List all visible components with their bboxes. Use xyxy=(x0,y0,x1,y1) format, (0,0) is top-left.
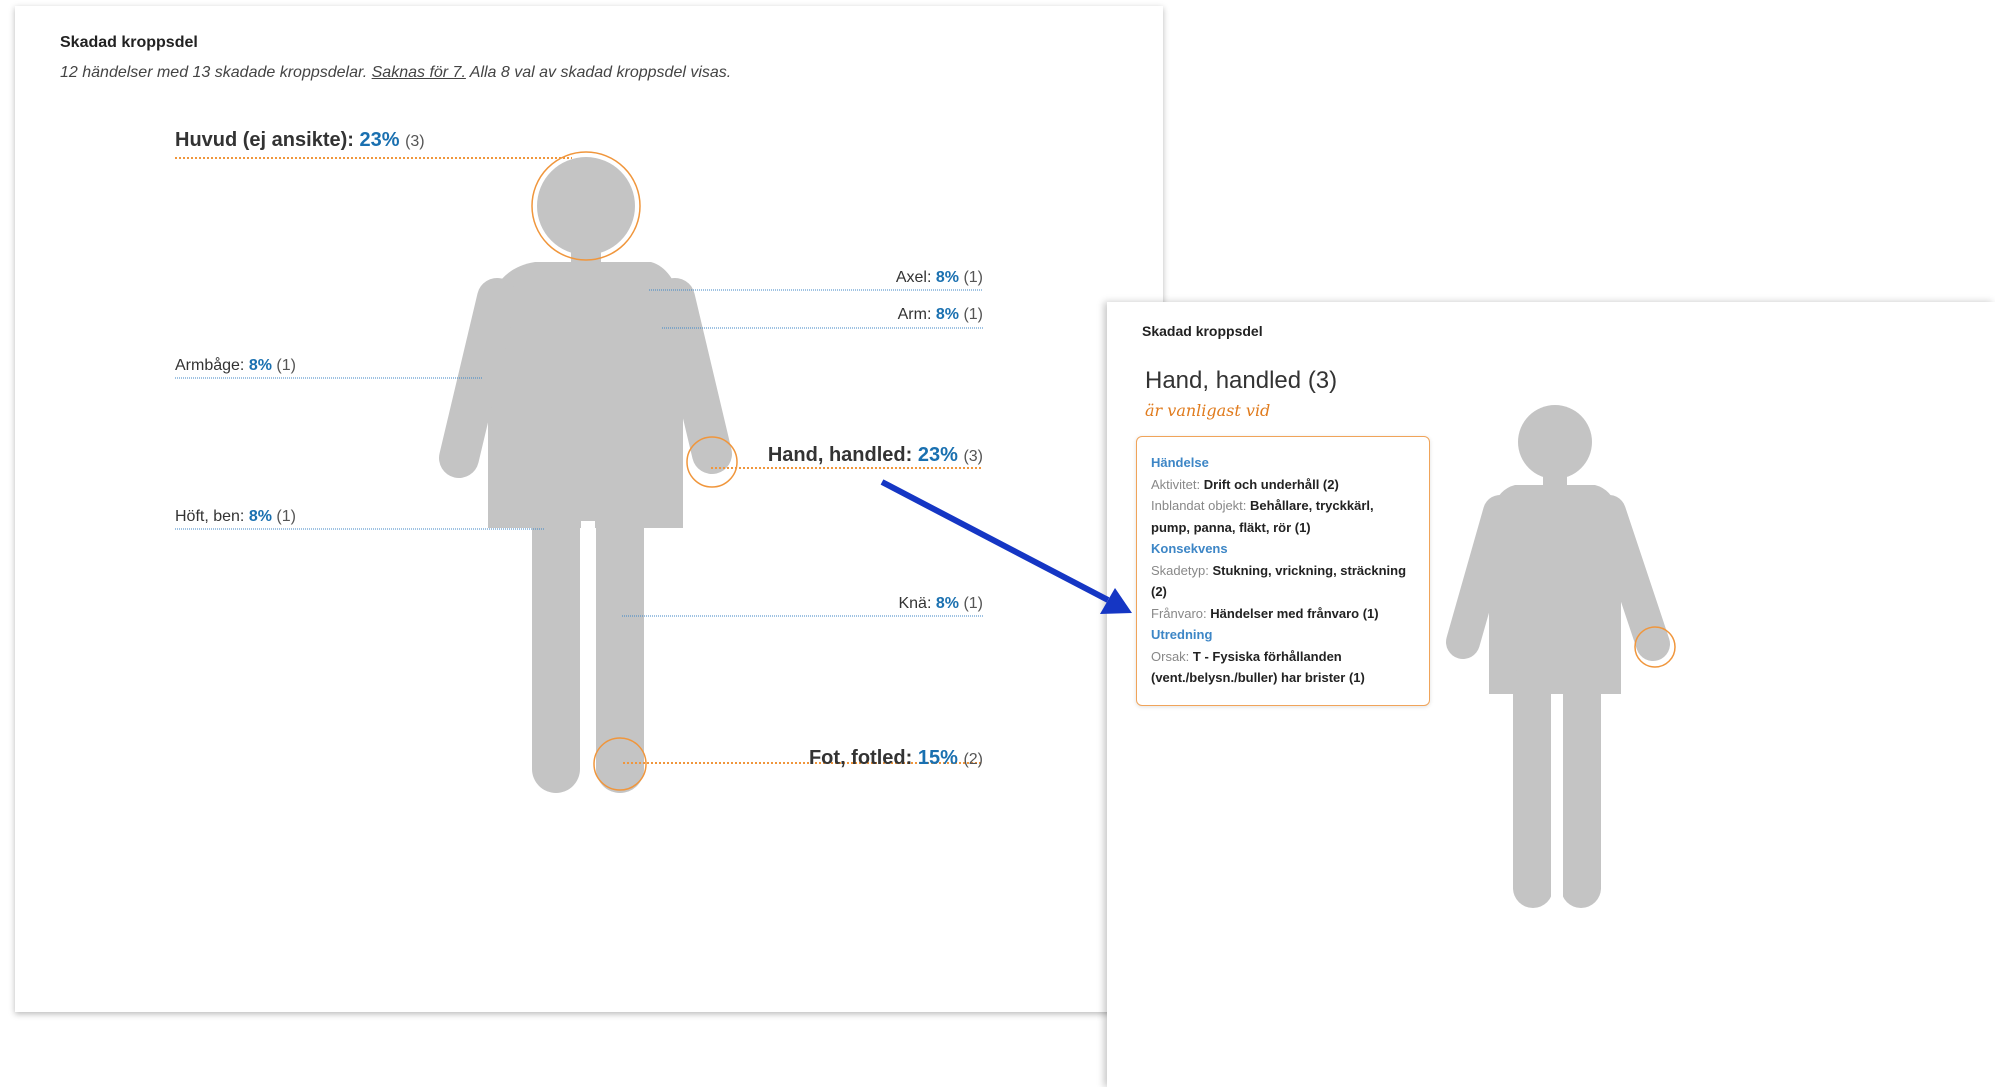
absence-row: Frånvaro: Händelser med frånvaro (1) xyxy=(1151,603,1415,625)
small-figure-leg-gap xyxy=(1551,694,1563,919)
label-hand[interactable]: Hand, handled: 23% (3) xyxy=(768,444,983,467)
label-elbow-pct: 8% xyxy=(248,357,272,374)
label-elbow[interactable]: Armbåge: 8% (1) xyxy=(175,357,296,375)
injury-row: Skadetyp: Stukning, vrickning, sträcknin… xyxy=(1151,560,1415,603)
label-foot[interactable]: Fot, fotled: 15% (2) xyxy=(809,747,983,770)
label-knee-name: Knä: xyxy=(898,595,932,612)
label-head[interactable]: Huvud (ej ansikte): 23% (3) xyxy=(175,129,425,152)
info-tooltip: Händelse Aktivitet: Drift och underhåll … xyxy=(1136,436,1430,706)
label-arm-count: (1) xyxy=(963,306,983,323)
activity-value: Drift och underhåll (2) xyxy=(1203,476,1339,492)
figure-leg-gap xyxy=(581,521,595,801)
label-arm[interactable]: Arm: 8% (1) xyxy=(898,306,983,324)
cause-label: Orsak: xyxy=(1151,648,1190,664)
small-figure-head xyxy=(1518,405,1592,479)
label-elbow-count: (1) xyxy=(276,357,296,374)
label-shoulder-count: (1) xyxy=(963,269,983,286)
label-foot-name: Fot, fotled: xyxy=(808,747,913,769)
injury-label: Skadetyp: xyxy=(1151,562,1209,578)
section-event: Händelse xyxy=(1151,455,1209,470)
cause-row: Orsak: T - Fysiska förhållanden (vent./b… xyxy=(1151,646,1415,689)
label-hand-count: (3) xyxy=(963,448,983,465)
activity-label: Aktivitet: xyxy=(1151,476,1201,492)
label-shoulder-pct: 8% xyxy=(935,269,959,286)
label-hand-pct: 23% xyxy=(917,444,958,466)
absence-label: Frånvaro: xyxy=(1151,605,1207,621)
detail-panel: Skadad kroppsdel Hand, handled (3) är va… xyxy=(1107,302,1995,1087)
absence-value: Händelser med frånvaro (1) xyxy=(1210,605,1379,621)
label-hip-name: Höft, ben: xyxy=(175,508,245,525)
object-row: Inblandat objekt: Behållare, tryckkärl, … xyxy=(1151,495,1415,538)
section-investigation: Utredning xyxy=(1151,627,1213,642)
section-consequence: Konsekvens xyxy=(1151,541,1228,556)
label-knee-pct: 8% xyxy=(935,595,959,612)
label-shoulder-name: Axel: xyxy=(895,269,932,286)
label-hip[interactable]: Höft, ben: 8% (1) xyxy=(175,508,296,526)
detail-panel-title: Skadad kroppsdel xyxy=(1142,323,1263,339)
label-knee-count: (1) xyxy=(963,595,983,612)
label-arm-name: Arm: xyxy=(897,306,932,323)
label-hand-name: Hand, handled: xyxy=(767,444,913,466)
figure-torso xyxy=(488,262,683,528)
label-hip-pct: 8% xyxy=(248,508,272,525)
activity-row: Aktivitet: Drift och underhåll (2) xyxy=(1151,474,1415,496)
label-head-pct: 23% xyxy=(359,129,400,151)
label-hip-count: (1) xyxy=(276,508,296,525)
label-arm-pct: 8% xyxy=(935,306,959,323)
label-foot-pct: 15% xyxy=(917,747,958,769)
label-elbow-name: Armbåge: xyxy=(175,357,245,374)
label-head-count: (3) xyxy=(405,133,425,150)
detail-heading: Hand, handled (3) xyxy=(1145,367,1337,395)
detail-subheading: är vanligast vid xyxy=(1145,401,1271,420)
figure-head[interactable] xyxy=(537,157,635,255)
detail-heading-name: Hand, handled xyxy=(1145,367,1302,394)
detail-heading-count: (3) xyxy=(1307,367,1338,394)
label-foot-count: (2) xyxy=(963,751,983,768)
label-shoulder[interactable]: Axel: 8% (1) xyxy=(896,269,983,287)
body-part-panel: Skadad kroppsdel 12 händelser med 13 ska… xyxy=(15,6,1163,1012)
label-head-name: Huvud (ej ansikte): xyxy=(175,129,354,151)
object-label: Inblandat objekt: xyxy=(1151,498,1247,513)
label-knee[interactable]: Knä: 8% (1) xyxy=(898,595,983,613)
